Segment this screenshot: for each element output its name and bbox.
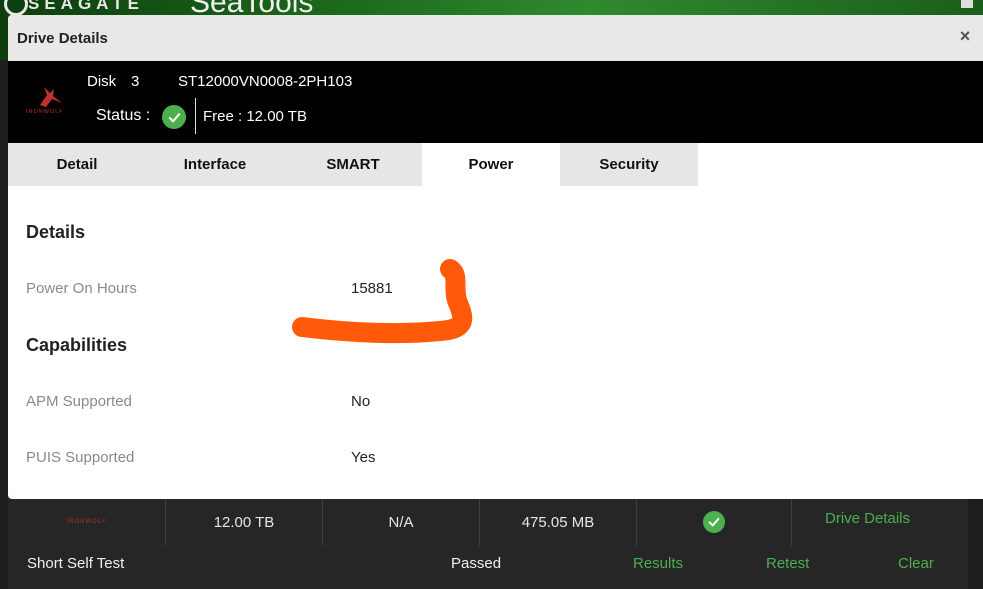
retest-link[interactable]: Retest	[766, 555, 809, 572]
close-icon[interactable]: ×	[957, 27, 973, 45]
disk-label: Disk	[87, 73, 117, 90]
power-tab-content: Details Power On Hours 15881 Capabilitie…	[8, 186, 983, 499]
size-cell: 475.05 MB	[479, 498, 636, 546]
drive-details-cell: Drive Details	[791, 498, 946, 546]
status-check-icon	[162, 105, 186, 129]
tab-bar: Detail Interface SMART Power Security	[8, 143, 983, 186]
tab-detail[interactable]: Detail	[8, 143, 146, 186]
apm-supported-value: No	[351, 393, 371, 410]
capacity-cell: 12.00 TB	[165, 498, 322, 546]
drive-model: ST12000VN0008-2PH103	[178, 73, 353, 90]
self-test-label: Short Self Test	[27, 555, 125, 572]
apm-supported-label: APM Supported	[26, 393, 132, 410]
window-control-icon[interactable]	[961, 0, 973, 8]
na-cell: N/A	[322, 498, 479, 546]
seagate-logo-icon	[4, 0, 28, 16]
ironwolf-logo-text: IRONWOLF	[66, 519, 107, 525]
tab-interface[interactable]: Interface	[146, 143, 284, 186]
ironwolf-logo-text: IRONWOLF	[26, 109, 64, 115]
free-space: Free : 12.00 TB	[203, 108, 307, 125]
dialog-titlebar: Drive Details ×	[8, 15, 983, 61]
power-on-hours-value: 15881	[351, 280, 393, 297]
self-test-result: Passed	[451, 555, 502, 572]
self-test-row: Short Self Test Passed Results Retest Cl…	[8, 550, 968, 580]
check-icon	[703, 511, 725, 533]
status-label: Status :	[96, 107, 151, 124]
health-cell	[636, 498, 791, 546]
power-on-hours-label: Power On Hours	[26, 280, 137, 297]
puis-supported-value: Yes	[351, 449, 376, 466]
clear-link[interactable]: Clear	[898, 555, 934, 572]
tab-smart[interactable]: SMART	[284, 143, 422, 186]
drive-details-link[interactable]: Drive Details	[825, 510, 910, 527]
ironwolf-wolf-icon	[40, 87, 62, 107]
brand-name: SEAGATE	[28, 0, 144, 13]
capabilities-section-title: Capabilities	[26, 335, 128, 355]
details-section-title: Details	[26, 222, 86, 242]
drive-logo-cell: IRONWOLF	[8, 498, 165, 546]
dialog-title: Drive Details	[17, 29, 108, 47]
disk-number: 3	[131, 73, 140, 90]
results-link[interactable]: Results	[633, 555, 683, 572]
puis-supported-label: PUIS Supported	[26, 449, 135, 466]
tab-security[interactable]: Security	[560, 143, 698, 186]
drive-header: IRONWOLF Disk 3 ST12000VN0008-2PH103 Sta…	[8, 61, 983, 143]
drive-details-dialog: Drive Details × IRONWOLF Disk 3 ST12000V…	[8, 15, 983, 499]
ironwolf-logo: IRONWOLF	[26, 81, 76, 121]
drive-list-row: IRONWOLF 12.00 TB N/A 475.05 MB Drive De…	[8, 498, 968, 546]
tab-power[interactable]: Power	[422, 143, 560, 186]
header-divider	[195, 98, 196, 134]
